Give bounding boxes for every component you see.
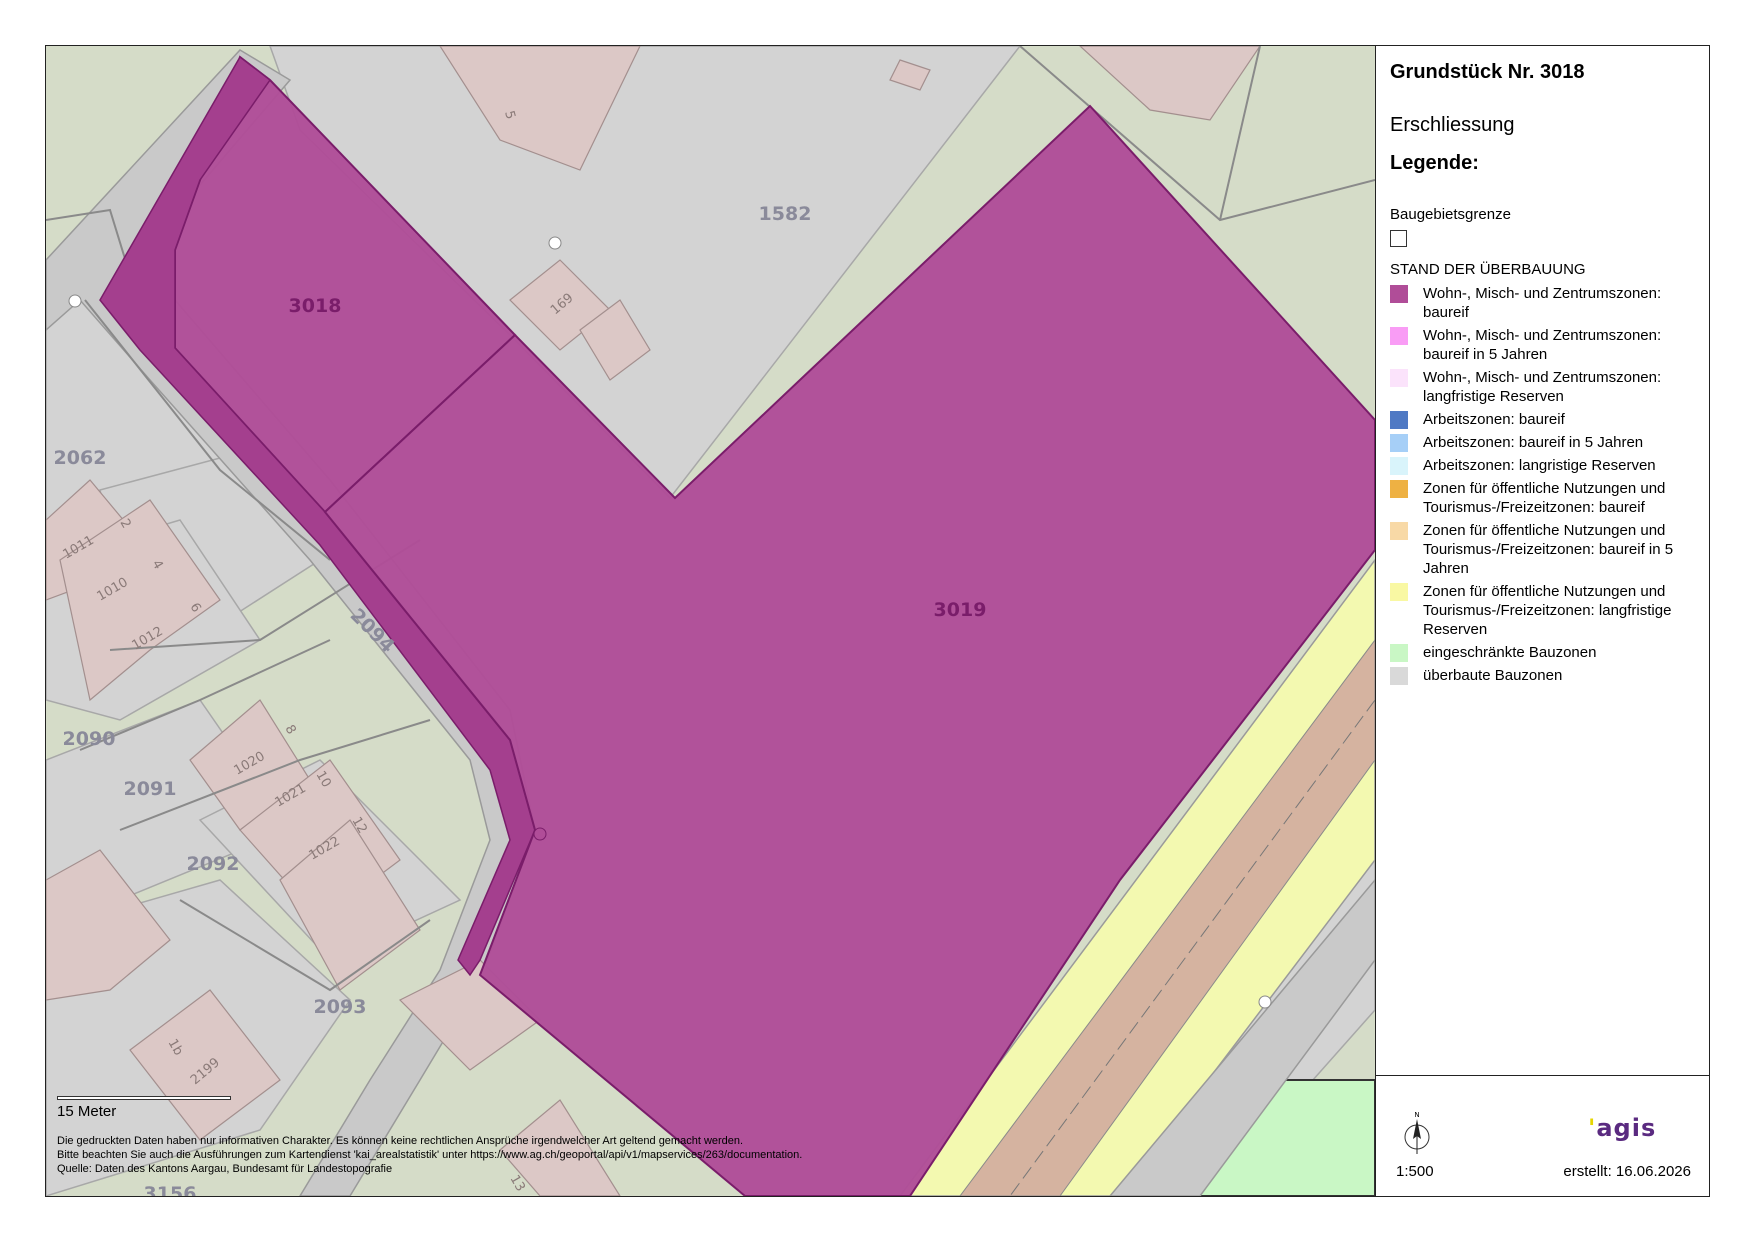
- boundary-label: Baugebietsgrenze: [1390, 206, 1511, 223]
- legend-label: Arbeitszonen: baureif: [1423, 411, 1565, 428]
- legend-swatch: [1390, 583, 1408, 601]
- legend-label: überbaute Bauzonen: [1423, 667, 1563, 684]
- legend-item: eingeschränkte Bauzonen: [1390, 643, 1705, 662]
- legend-swatch: [1390, 644, 1408, 662]
- legend-item: Arbeitszonen: langristige Reserven: [1390, 456, 1705, 475]
- disclaimer-line: Quelle: Daten des Kantons Aargau, Bundes…: [57, 1163, 393, 1175]
- legend-label: Zonen für öffentliche Nutzungen und Tour…: [1423, 583, 1672, 638]
- legend-item: Arbeitszonen: baureif in 5 Jahren: [1390, 433, 1705, 452]
- scalebar-label: 15 Meter: [57, 1103, 117, 1120]
- parcel-label-1582: 1582: [759, 203, 812, 225]
- scalebar: [57, 1096, 231, 1100]
- legend-swatch: [1390, 480, 1408, 498]
- parcel-label-2092: 2092: [187, 853, 240, 875]
- legend-swatch: [1390, 327, 1408, 345]
- page-subtitle: Erschliessung: [1390, 114, 1515, 136]
- disclaimer-line: Bitte beachten Sie auch die Ausführungen…: [57, 1149, 803, 1161]
- legend-label: Wohn-, Misch- und Zentrumszonen: langfri…: [1423, 369, 1662, 405]
- parcel-label-3019: 3019: [934, 599, 987, 621]
- legend-swatch: [1390, 667, 1408, 685]
- parcel-label-3018: 3018: [289, 295, 342, 317]
- legend-swatch: [1390, 457, 1408, 475]
- legend-item: Wohn-, Misch- und Zentrumszonen: langfri…: [1390, 368, 1705, 406]
- legend-item: überbaute Bauzonen: [1390, 666, 1705, 685]
- legend-item: Arbeitszonen: baureif: [1390, 410, 1705, 429]
- parcel-label-2090: 2090: [63, 728, 116, 750]
- legend-label: Arbeitszonen: baureif in 5 Jahren: [1423, 434, 1644, 451]
- legend-item: Zonen für öffentliche Nutzungen und Tour…: [1390, 479, 1705, 517]
- map-canvas[interactable]: 3018 3019 2094 1582 2062 2090 2091 2092 …: [46, 46, 1375, 1196]
- legend-item: Zonen für öffentliche Nutzungen und Tour…: [1390, 582, 1705, 639]
- parcel-label-2091: 2091: [124, 778, 177, 800]
- parcel-label-3156: 3156: [144, 1183, 197, 1196]
- stand-heading: STAND DER ÜBERBAUUNG: [1390, 261, 1586, 278]
- panel-separator: [1376, 1075, 1709, 1076]
- legend-swatch: [1390, 285, 1408, 303]
- legend-item: Wohn-, Misch- und Zentrumszonen: baureif: [1390, 284, 1705, 322]
- legend-item: Wohn-, Misch- und Zentrumszonen: baureif…: [1390, 326, 1705, 364]
- parcel-label-2093: 2093: [314, 996, 367, 1018]
- created-date: erstellt: 16.06.2026: [1563, 1163, 1691, 1180]
- parcel-label-2062: 2062: [54, 447, 107, 469]
- legend-item: Zonen für öffentliche Nutzungen und Tour…: [1390, 521, 1705, 578]
- north-arrow-icon: N: [1399, 1109, 1435, 1160]
- scale-text: 1:500: [1396, 1163, 1434, 1180]
- boundary-swatch: [1390, 230, 1407, 247]
- legend-heading: Legende:: [1390, 152, 1479, 174]
- legend-list: Wohn-, Misch- und Zentrumszonen: baureif…: [1390, 284, 1705, 689]
- svg-text:N: N: [1414, 1111, 1419, 1119]
- legend-label: Wohn-, Misch- und Zentrumszonen: baureif: [1423, 285, 1662, 321]
- legend-label: Wohn-, Misch- und Zentrumszonen: baureif…: [1423, 327, 1662, 363]
- legend-swatch: [1390, 522, 1408, 540]
- legend-label: Zonen für öffentliche Nutzungen und Tour…: [1423, 522, 1674, 577]
- legend-label: Arbeitszonen: langristige Reserven: [1423, 457, 1656, 474]
- legend-swatch: [1390, 369, 1408, 387]
- legend-label: Zonen für öffentliche Nutzungen und Tour…: [1423, 480, 1666, 516]
- page-title: Grundstück Nr. 3018: [1390, 61, 1585, 83]
- legend-swatch: [1390, 411, 1408, 429]
- disclaimer: Die gedruckten Daten haben nur informati…: [57, 1134, 957, 1176]
- logo-text: agis: [1596, 1114, 1657, 1142]
- legend-label: eingeschränkte Bauzonen: [1423, 644, 1597, 661]
- disclaimer-line: Die gedruckten Daten haben nur informati…: [57, 1135, 744, 1147]
- legend-swatch: [1390, 434, 1408, 452]
- legend-panel: Grundstück Nr. 3018 Erschliessung Legend…: [1376, 46, 1709, 1196]
- agis-logo: 'agis: [1588, 1114, 1657, 1142]
